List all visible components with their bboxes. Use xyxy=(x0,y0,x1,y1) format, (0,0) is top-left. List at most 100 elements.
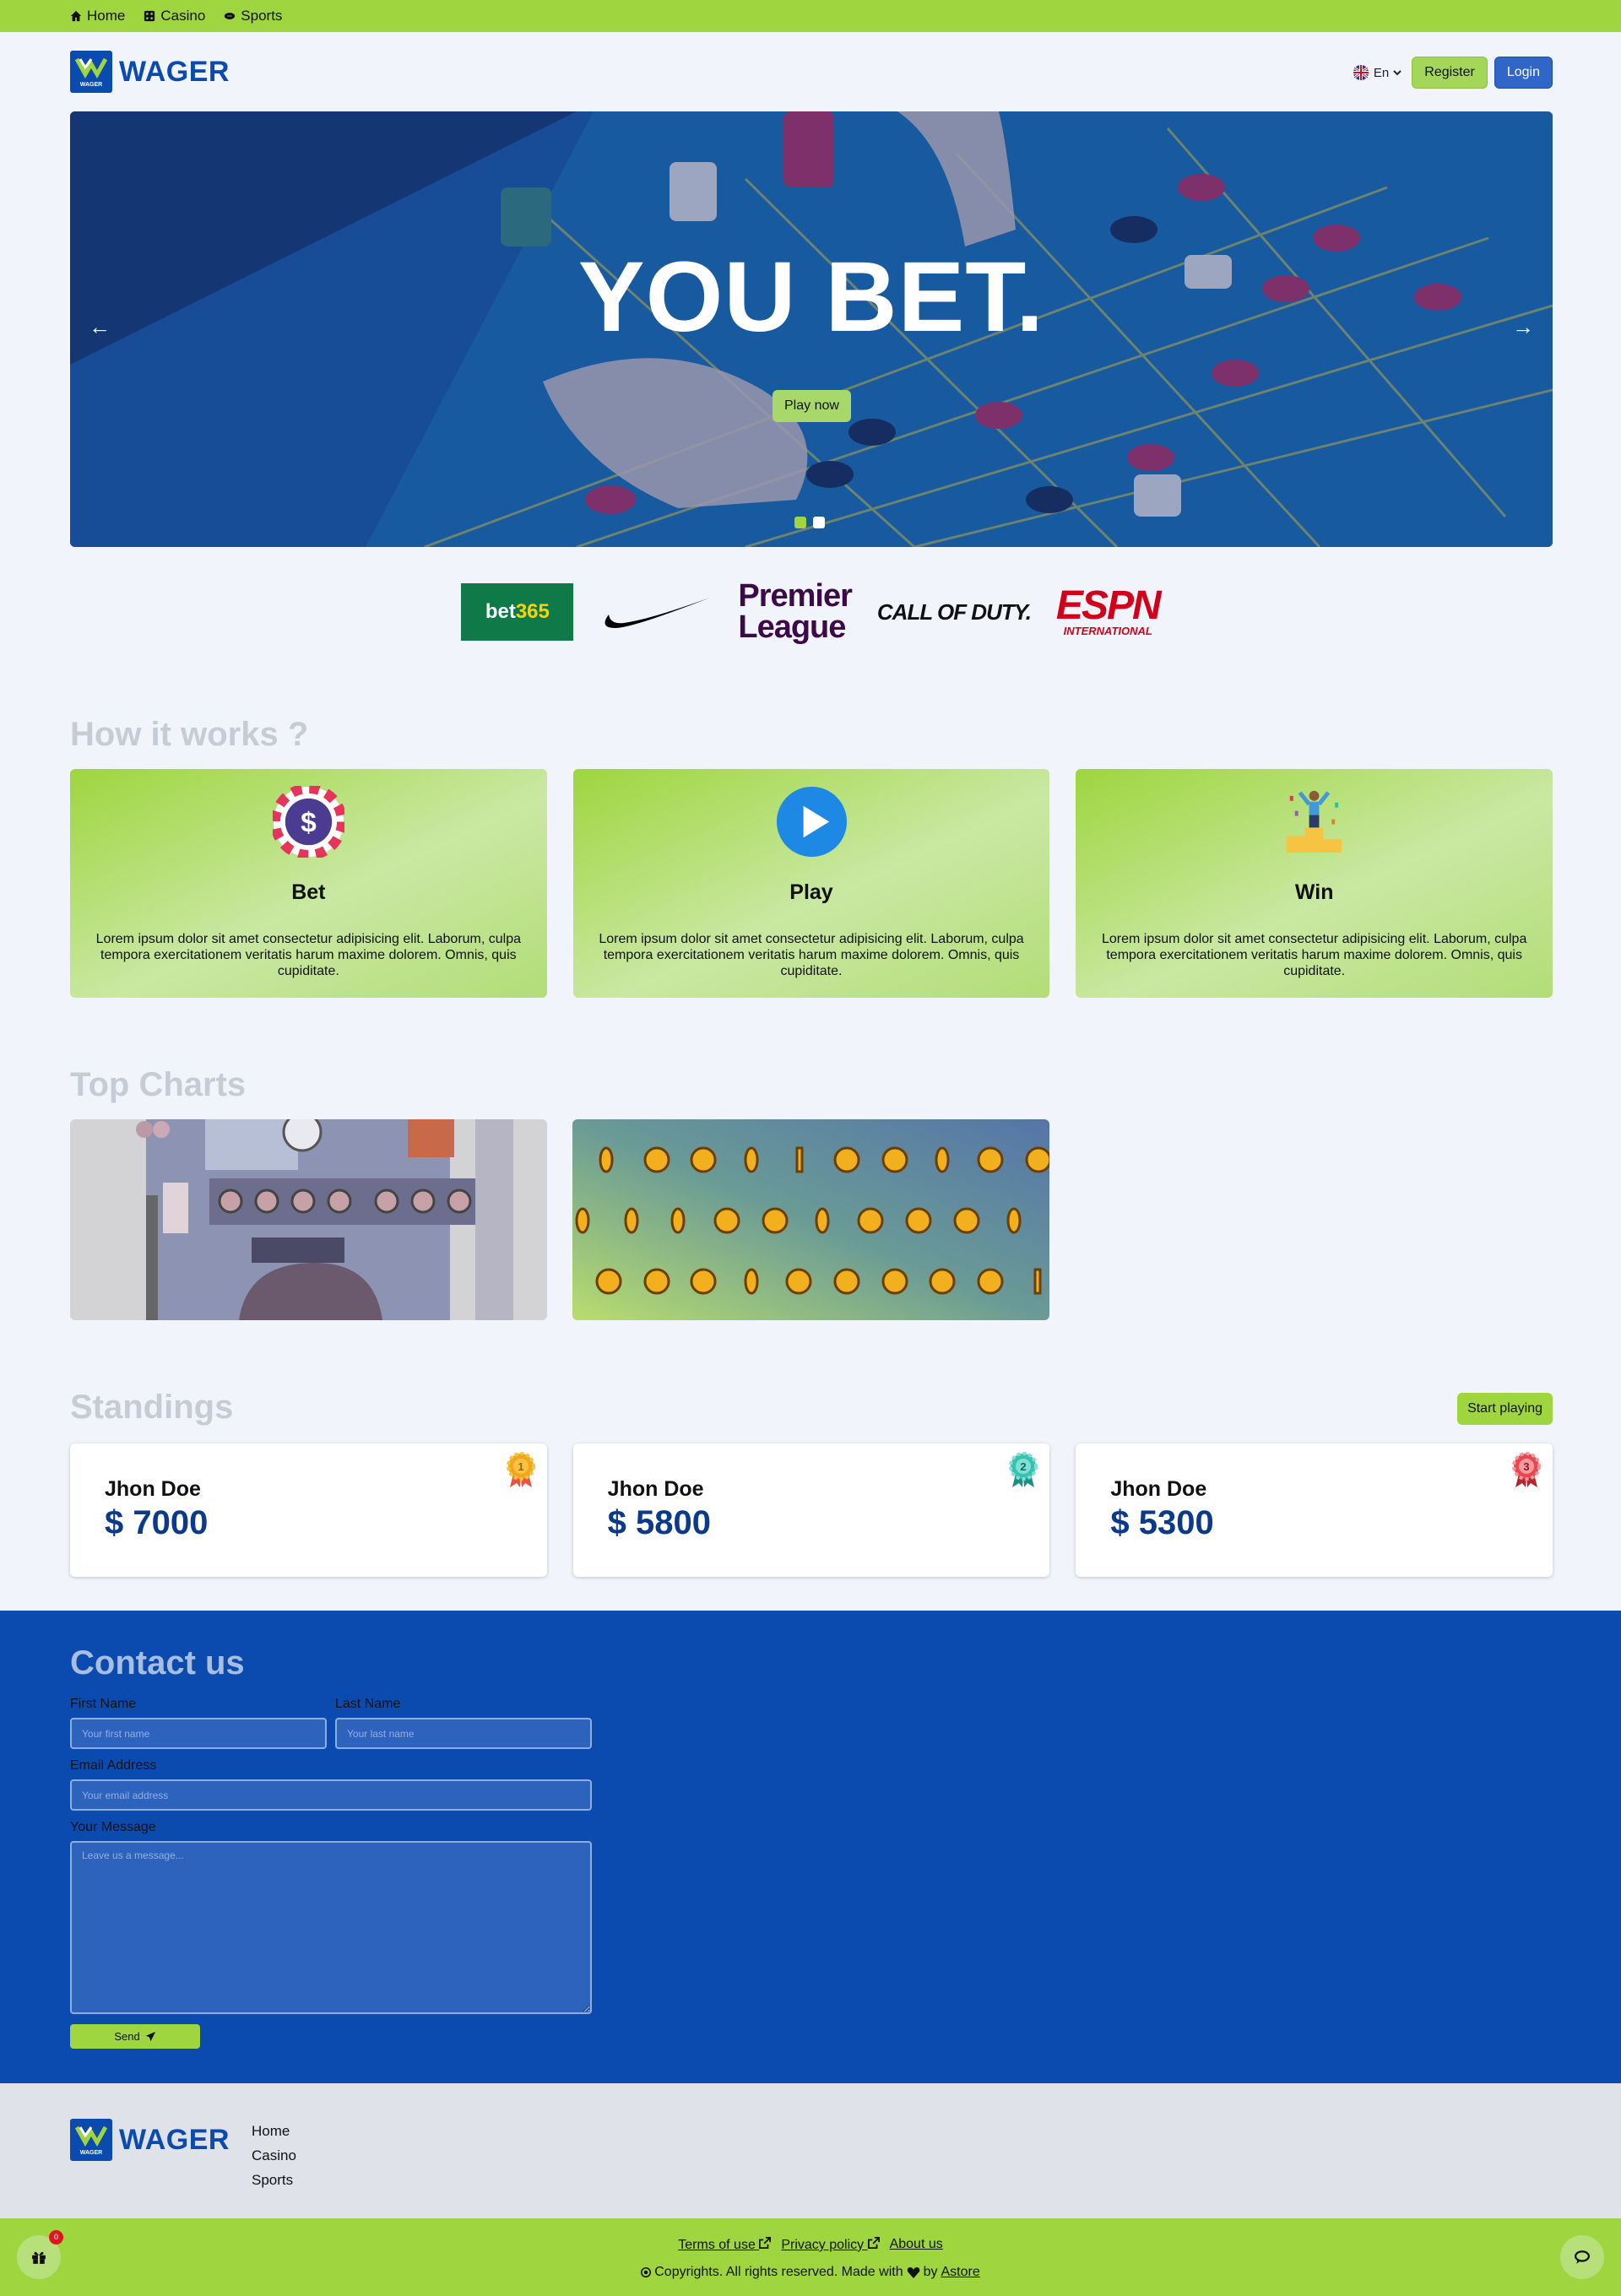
bet365-logo-text-b: 365 xyxy=(515,600,550,623)
top-charts-title: Top Charts xyxy=(70,1066,247,1103)
about-us-link[interactable]: About us xyxy=(890,2237,943,2253)
gift-icon xyxy=(32,2251,46,2264)
medal-rank-text: 1 xyxy=(518,1460,523,1473)
terms-label: Terms of use xyxy=(678,2238,756,2252)
send-button[interactable]: Send xyxy=(70,2024,200,2049)
login-button[interactable]: Login xyxy=(1494,57,1553,89)
how-card-text: Lorem ipsum dolor sit amet consectetur a… xyxy=(95,932,522,978)
how-card-text: Lorem ipsum dolor sit amet consectetur a… xyxy=(599,932,1024,978)
copyright-icon xyxy=(641,2267,652,2277)
first-name-label: First Name xyxy=(70,1697,137,1711)
partner-logos: bet 365 Premier League CALL OF DUTY. ESPN… xyxy=(0,578,1621,645)
register-button[interactable]: Register xyxy=(1412,57,1488,89)
casino-chip-icon: $ xyxy=(273,786,344,858)
brand-logo[interactable]: WAGER WAGER xyxy=(70,51,230,93)
email-label: Email Address xyxy=(70,1758,157,1773)
carousel-dot-1[interactable] xyxy=(794,517,806,528)
nike-logo xyxy=(604,598,711,628)
how-card-text: Lorem ipsum dolor sit amet consectetur a… xyxy=(1102,932,1527,978)
how-card-title: Play xyxy=(789,880,833,904)
chat-icon xyxy=(1575,2250,1590,2264)
top-chart-slot-machine[interactable] xyxy=(70,1119,547,1320)
premier-league-logo-line-2: League xyxy=(738,609,846,645)
football-icon xyxy=(225,13,236,19)
footer-link-sports[interactable]: Sports xyxy=(252,2168,296,2192)
top-nav: Home Casino Sports xyxy=(0,0,1621,32)
uk-flag-icon xyxy=(1353,65,1369,80)
logo-mini-text: WAGER xyxy=(79,2150,103,2156)
paper-plane-icon xyxy=(145,2031,155,2042)
standing-card-2: 2 Jhon Doe $ 5800 xyxy=(572,1443,1050,1577)
topnav-sports[interactable]: Sports xyxy=(224,8,282,24)
espn-logo-text: ESPN xyxy=(1055,582,1162,628)
medal-rank-text: 3 xyxy=(1523,1460,1529,1473)
svg-text:$: $ xyxy=(301,807,317,838)
topnav-home-label: Home xyxy=(87,8,126,24)
logo-mini-text: WAGER xyxy=(79,82,103,88)
copyright-text: Copyrights. All rights reserved. Made wi… xyxy=(654,2265,903,2279)
how-card-title: Win xyxy=(1294,880,1334,904)
medal-rank-text: 2 xyxy=(1021,1460,1027,1473)
premier-league-logo: Premier League xyxy=(738,578,853,645)
podium-winner-icon xyxy=(1287,790,1342,853)
privacy-label: Privacy policy xyxy=(781,2238,865,2252)
bet365-logo: bet 365 xyxy=(461,583,574,641)
how-card-bet: $ Bet Lorem ipsum dolor sit amet consect… xyxy=(70,769,547,998)
footer-brand-name: WAGER xyxy=(119,2123,230,2156)
carousel-prev-arrow-icon[interactable]: ← xyxy=(89,314,111,340)
how-card-win: Win Lorem ipsum dolor sit amet consectet… xyxy=(1076,769,1553,998)
gold-medal-icon: 1 xyxy=(506,1452,535,1487)
contact-section: Contact us First Name Last Name Email Ad… xyxy=(0,1611,1621,2083)
chat-button[interactable] xyxy=(1560,2235,1604,2279)
how-card-play: Play Lorem ipsum dolor sit amet consecte… xyxy=(572,769,1050,998)
standing-name: Jhon Doe xyxy=(1110,1477,1207,1501)
carousel-dot-2[interactable] xyxy=(813,517,825,528)
heart-icon xyxy=(907,2267,919,2278)
start-playing-button[interactable]: Start playing xyxy=(1457,1393,1553,1425)
author-link[interactable]: Astore xyxy=(941,2265,980,2280)
bet365-logo-text-a: bet xyxy=(485,600,516,623)
how-it-works-title: How it works ? xyxy=(70,716,309,753)
last-name-field[interactable] xyxy=(335,1718,592,1749)
top-chart-coins[interactable] xyxy=(572,1119,1049,1320)
carousel-next-arrow-icon[interactable]: → xyxy=(1512,314,1534,340)
topnav-casino-label: Casino xyxy=(160,8,206,24)
language-selector[interactable]: En xyxy=(1353,64,1401,81)
standing-amount: $ 7000 xyxy=(105,1504,209,1541)
premier-league-logo-line-1: Premier xyxy=(738,578,853,614)
terms-of-use-link[interactable]: Terms of use xyxy=(678,2237,772,2253)
privacy-policy-link[interactable]: Privacy policy xyxy=(781,2237,880,2253)
standing-card-3: 3 Jhon Doe $ 5300 xyxy=(1076,1443,1553,1577)
how-card-title: Bet xyxy=(291,880,326,904)
logo-icon: WAGER xyxy=(70,2119,112,2161)
logo-icon: WAGER xyxy=(70,51,112,93)
footer-link-home[interactable]: Home xyxy=(252,2119,296,2143)
message-field[interactable] xyxy=(70,1841,592,2014)
last-name-label: Last Name xyxy=(335,1697,401,1711)
first-name-field[interactable] xyxy=(70,1718,327,1749)
send-button-label: Send xyxy=(114,2030,140,2043)
brand-name: WAGER xyxy=(119,55,230,88)
standing-card-1: 1 Jhon Doe $ 7000 xyxy=(70,1443,547,1577)
footer-brand-logo[interactable]: WAGER WAGER xyxy=(70,2119,230,2161)
home-icon xyxy=(70,10,82,22)
external-link-icon xyxy=(759,2237,772,2249)
topnav-casino[interactable]: Casino xyxy=(144,8,205,24)
silver-medal-icon: 2 xyxy=(1009,1452,1038,1487)
contact-title: Contact us xyxy=(70,1644,245,1681)
call-of-duty-logo: CALL OF DUTY. xyxy=(876,598,1032,625)
language-label: En xyxy=(1373,65,1390,80)
gold-coins-image xyxy=(572,1119,1049,1320)
by-text: by xyxy=(923,2265,938,2279)
footer: WAGER WAGER Home Casino Sports xyxy=(0,2083,1621,2218)
standings-title: Standings xyxy=(70,1389,234,1426)
standing-name: Jhon Doe xyxy=(105,1477,201,1501)
gift-button[interactable]: 0 xyxy=(17,2230,63,2279)
topnav-home[interactable]: Home xyxy=(70,8,125,24)
footer-link-casino[interactable]: Casino xyxy=(252,2143,296,2168)
play-now-button[interactable]: Play now xyxy=(773,390,851,422)
hero-carousel: YOU BET. Play now ← → xyxy=(70,111,1553,547)
chevron-down-icon xyxy=(1393,70,1401,76)
email-field[interactable] xyxy=(70,1779,592,1811)
pixel-slot-machine-image xyxy=(70,1119,547,1320)
